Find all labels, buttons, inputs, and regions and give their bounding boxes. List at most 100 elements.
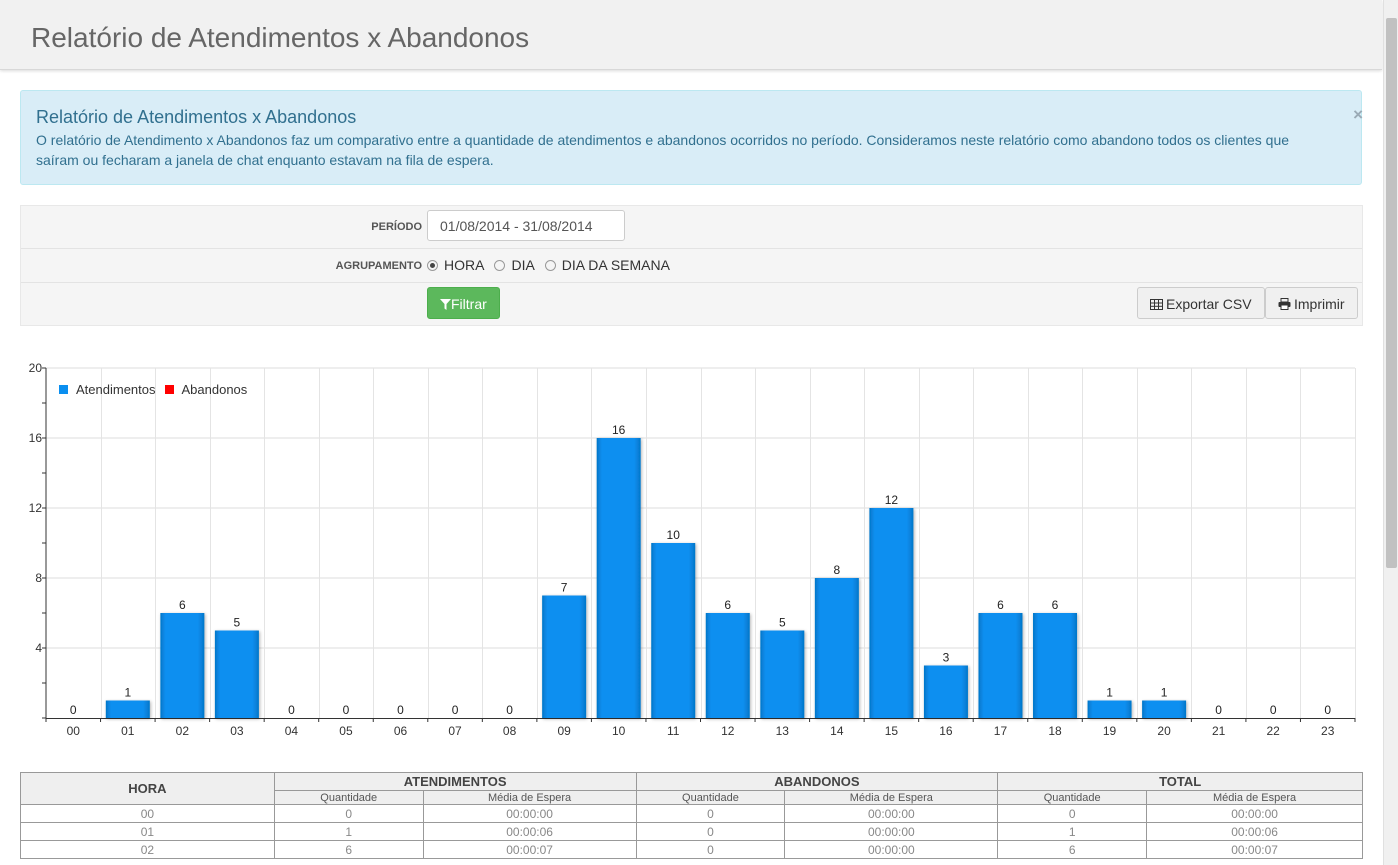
- legend-item-abandonos: Abandonos: [164, 382, 247, 397]
- x-tick-label: 06: [394, 724, 408, 738]
- x-tick-label: 14: [830, 724, 844, 738]
- data-label: 1: [1161, 686, 1168, 700]
- table-cell: 0: [635, 804, 786, 823]
- col-total-media[interactable]: Média de Espera: [1146, 790, 1363, 805]
- x-tick-label: 10: [612, 724, 626, 738]
- export-csv-label: Exportar CSV: [1166, 296, 1252, 312]
- x-tick-label: 21: [1212, 724, 1226, 738]
- x-tick-label: 05: [339, 724, 353, 738]
- col-total: TOTAL: [997, 772, 1363, 791]
- data-label: 1: [1106, 686, 1113, 700]
- report-table: HORA ATENDIMENTOS ABANDONOS TOTAL Quanti…: [20, 772, 1363, 859]
- x-tick-label: 22: [1267, 724, 1281, 738]
- bar-atendimentos[interactable]: [923, 665, 968, 719]
- x-tick-label: 13: [776, 724, 790, 738]
- grouping-label: AGRUPAMENTO: [335, 260, 422, 272]
- vertical-scrollbar[interactable]: [1383, 0, 1398, 865]
- scrollbar-thumb[interactable]: [1386, 18, 1397, 568]
- data-label: 5: [234, 616, 241, 630]
- col-total-quantidade[interactable]: Quantidade: [997, 790, 1148, 805]
- x-tick-label: 17: [994, 724, 1008, 738]
- col-aband-media[interactable]: Média de Espera: [784, 790, 999, 805]
- bar-atendimentos[interactable]: [1142, 700, 1187, 719]
- bar-atendimentos[interactable]: [214, 630, 259, 719]
- filter-button[interactable]: Filtrar: [427, 287, 500, 319]
- legend-swatch-abandonos: [164, 385, 174, 394]
- col-atend-media[interactable]: Média de Espera: [422, 790, 637, 805]
- bar-atendimentos[interactable]: [814, 578, 859, 718]
- x-tick-label: 12: [721, 724, 735, 738]
- y-tick-label: 4: [35, 641, 42, 655]
- radio-hora[interactable]: HORA: [427, 257, 484, 273]
- grouping-row: AGRUPAMENTO HORA DIA DIA DA SEMANA: [21, 249, 1362, 283]
- export-csv-button[interactable]: Exportar CSV: [1137, 287, 1265, 319]
- data-label: 12: [885, 493, 899, 507]
- data-label: 0: [397, 703, 404, 717]
- close-icon[interactable]: ×: [1353, 105, 1363, 125]
- y-tick-label: 20: [29, 361, 43, 375]
- table-cell: 00:00:06: [422, 822, 637, 841]
- print-icon: [1278, 298, 1291, 310]
- col-abandonos: ABANDONOS: [635, 772, 999, 791]
- x-tick-label: 08: [503, 724, 517, 738]
- data-label: 16: [612, 423, 626, 437]
- data-label: 6: [1052, 598, 1059, 612]
- bar-atendimentos[interactable]: [1033, 613, 1078, 718]
- period-input[interactable]: 01/08/2014 - 31/08/2014: [427, 210, 625, 241]
- bar-atendimentos[interactable]: [760, 630, 805, 719]
- radio-dia-da-semana[interactable]: DIA DA SEMANA: [544, 257, 670, 273]
- radio-dia-label: DIA: [511, 257, 535, 273]
- data-label: 0: [506, 703, 513, 717]
- bar-atendimentos[interactable]: [869, 508, 914, 718]
- bar-atendimentos[interactable]: [1087, 700, 1132, 719]
- col-atendimentos: ATENDIMENTOS: [273, 772, 637, 791]
- data-label: 6: [724, 598, 731, 612]
- x-tick-label: 19: [1103, 724, 1117, 738]
- table-row: 00 0 00:00:00 0 00:00:00 0 00:00:00: [20, 804, 1363, 823]
- data-label: 0: [1324, 703, 1331, 717]
- x-tick-label: 18: [1048, 724, 1062, 738]
- data-label: 1: [124, 686, 131, 700]
- legend-swatch-atendimentos: [59, 385, 68, 394]
- table-cell: 0: [635, 822, 786, 841]
- y-tick-label: 16: [29, 431, 43, 445]
- alert-text: O relatório de Atendimento x Abandonos f…: [36, 132, 1290, 168]
- col-atend-quantidade[interactable]: Quantidade: [273, 790, 424, 805]
- bar-atendimentos[interactable]: [596, 438, 641, 718]
- bar-atendimentos[interactable]: [705, 613, 750, 718]
- table-cell: 00:00:00: [784, 804, 999, 823]
- bar-atendimentos[interactable]: [978, 613, 1023, 718]
- print-label: Imprimir: [1294, 296, 1345, 312]
- table-cell: 01: [20, 822, 275, 841]
- radio-dia[interactable]: DIA: [494, 257, 535, 273]
- radio-hora-button[interactable]: [427, 259, 438, 271]
- x-tick-label: 23: [1321, 724, 1335, 738]
- x-tick-label: 20: [1157, 724, 1171, 738]
- x-tick-label: 00: [67, 724, 81, 738]
- x-tick-label: 16: [939, 724, 953, 738]
- data-label: 0: [452, 703, 459, 717]
- data-label: 0: [70, 703, 77, 717]
- actions-row: Filtrar Exportar CSV Imprimir: [21, 283, 1362, 325]
- print-button[interactable]: Imprimir: [1265, 287, 1358, 319]
- table-cell: 00:00:00: [422, 804, 637, 823]
- x-tick-label: 04: [285, 724, 299, 738]
- page-header: Relatório de Atendimentos x Abandonos: [0, 0, 1382, 70]
- radio-dia-button[interactable]: [494, 259, 506, 271]
- x-tick-label: 09: [557, 724, 571, 738]
- col-hora[interactable]: HORA: [20, 772, 275, 805]
- period-label: PERÍODO: [371, 221, 422, 233]
- table-cell: 02: [20, 840, 275, 859]
- table-cell: 00:00:00: [1146, 804, 1363, 823]
- x-tick-label: 11: [667, 724, 680, 738]
- table-row: 02 6 00:00:07 0 00:00:00 6 00:00:07: [20, 840, 1363, 859]
- col-aband-quantidade[interactable]: Quantidade: [635, 790, 786, 805]
- data-label: 0: [1270, 703, 1277, 717]
- bar-atendimentos[interactable]: [105, 700, 150, 719]
- radio-dia-da-semana-button[interactable]: [544, 259, 556, 271]
- bar-atendimentos[interactable]: [651, 543, 696, 718]
- bar-atendimentos[interactable]: [160, 613, 205, 718]
- table-cell: 0: [997, 804, 1148, 823]
- bar-atendimentos[interactable]: [542, 595, 587, 719]
- y-tick-label: 8: [35, 571, 42, 585]
